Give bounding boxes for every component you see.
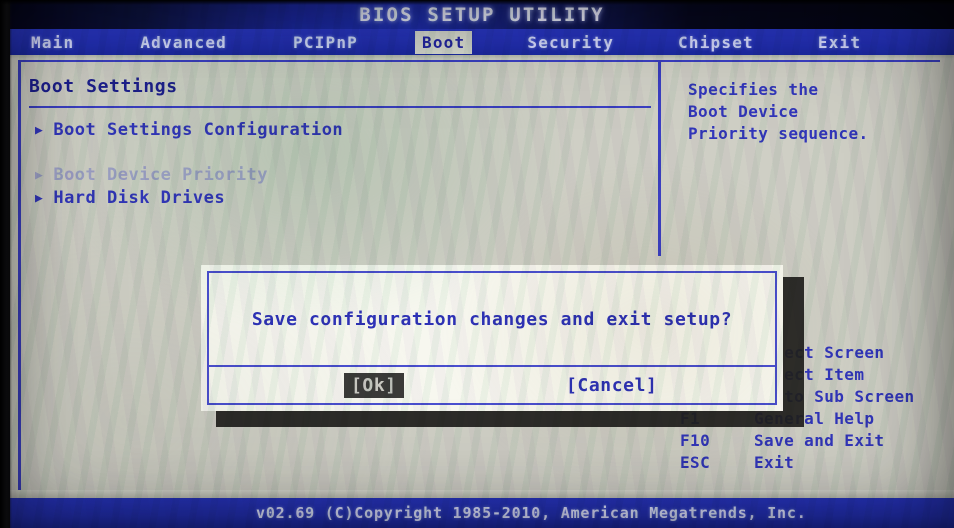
crt-photo: BIOS SETUP UTILITY Main Advanced PCIPnP … bbox=[0, 0, 954, 528]
menu-item-label: Boot Settings Configuration bbox=[53, 120, 344, 140]
legend-row: ESC Exit bbox=[680, 453, 794, 472]
page-title: BIOS SETUP UTILITY bbox=[359, 3, 605, 26]
panel-title: Boot Settings bbox=[29, 76, 178, 97]
panel-divider bbox=[658, 60, 661, 256]
title-bar: BIOS SETUP UTILITY bbox=[10, 0, 954, 29]
help-description-line: Priority sequence. bbox=[688, 124, 869, 143]
dialog-button-row: [Ok] [Cancel] bbox=[209, 367, 775, 403]
tab-pcipnp[interactable]: PCIPnP bbox=[286, 31, 365, 54]
copyright-text: v02.69 (C)Copyright 1985-2010, American … bbox=[256, 504, 807, 522]
menu-item-label: Hard Disk Drives bbox=[53, 188, 226, 208]
dialog-message: Save configuration changes and exit setu… bbox=[251, 308, 733, 330]
triangle-right-icon: ▶ bbox=[35, 122, 44, 138]
tab-advanced[interactable]: Advanced bbox=[133, 31, 234, 54]
ok-button[interactable]: [Ok] bbox=[344, 372, 404, 398]
menu-item-hard-disk-drives[interactable]: ▶ Hard Disk Drives bbox=[35, 188, 225, 208]
tab-chipset[interactable]: Chipset bbox=[671, 31, 761, 54]
menu-item-label: Boot Device Priority bbox=[53, 165, 269, 185]
save-exit-dialog: Save configuration changes and exit setu… bbox=[201, 265, 783, 411]
tab-boot[interactable]: Boot bbox=[415, 30, 473, 54]
triangle-right-icon: ▶ bbox=[35, 167, 44, 183]
footer-strip bbox=[10, 490, 954, 498]
bios-setup-screen: BIOS SETUP UTILITY Main Advanced PCIPnP … bbox=[10, 0, 954, 528]
dialog-frame: Save configuration changes and exit setu… bbox=[207, 271, 777, 405]
triangle-right-icon: ▶ bbox=[35, 190, 44, 206]
content-area: Boot Settings ▶ Boot Settings Configurat… bbox=[10, 59, 954, 494]
menu-item-boot-device-priority[interactable]: ▶ Boot Device Priority bbox=[35, 165, 268, 185]
menu-bar[interactable]: Main Advanced PCIPnP Boot Security Chips… bbox=[10, 29, 954, 55]
legend-row: F10 Save and Exit bbox=[680, 431, 884, 450]
legend-action: Save and Exit bbox=[754, 431, 885, 450]
tab-exit[interactable]: Exit bbox=[811, 31, 868, 54]
legend-action: Exit bbox=[754, 453, 795, 472]
legend-key: F10 bbox=[680, 431, 711, 450]
help-description-line: Boot Device bbox=[688, 102, 799, 121]
tab-main[interactable]: Main bbox=[24, 31, 81, 54]
panel-divider-rule bbox=[29, 106, 651, 108]
tab-security[interactable]: Security bbox=[520, 31, 621, 54]
cancel-button[interactable]: [Cancel] bbox=[559, 373, 665, 398]
menu-item-boot-settings-configuration[interactable]: ▶ Boot Settings Configuration bbox=[35, 120, 343, 140]
help-description-line: Specifies the bbox=[688, 80, 819, 99]
footer-bar: v02.69 (C)Copyright 1985-2010, American … bbox=[10, 498, 954, 528]
legend-key: ESC bbox=[680, 453, 711, 472]
